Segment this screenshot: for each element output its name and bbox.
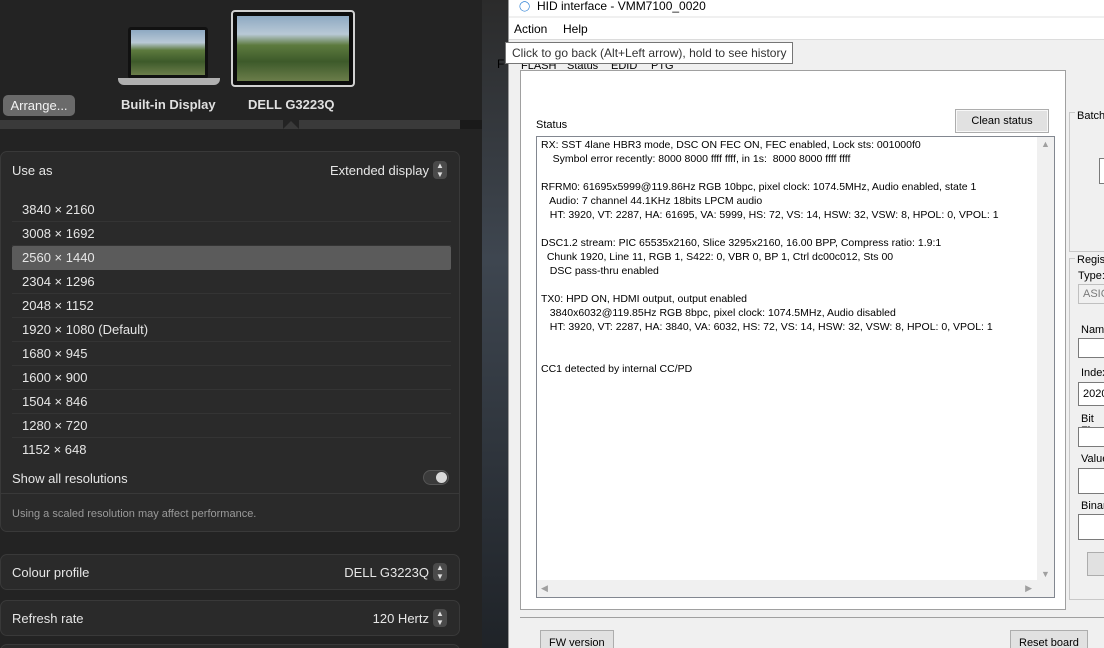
status-line (541, 278, 1036, 292)
status-line (541, 222, 1036, 236)
vertical-scrollbar[interactable]: ▲ ▼ (1037, 137, 1054, 581)
status-textbox[interactable]: RX: SST 4lane HBR3 mode, DSC ON FEC ON, … (536, 136, 1055, 598)
resolution-option[interactable]: 1680 × 945 (12, 342, 451, 366)
resolution-option[interactable]: 1280 × 720 (12, 414, 451, 438)
resolution-option[interactable]: 2304 × 1296 (12, 270, 451, 294)
status-line (541, 334, 1036, 348)
resolution-option[interactable]: 1504 × 846 (12, 390, 451, 414)
binary-input[interactable] (1078, 514, 1104, 540)
colour-profile-value[interactable]: DELL G3223Q (344, 565, 429, 580)
status-log-text: RX: SST 4lane HBR3 mode, DSC ON FEC ON, … (541, 138, 1036, 578)
scroll-right-icon[interactable]: ▶ (1025, 583, 1032, 594)
status-line: 3840x6032@119.85Hz RGB 8bpc, pixel clock… (541, 307, 896, 319)
clean-status-button[interactable]: Clean status (955, 109, 1049, 133)
status-tab-page: Status Clean status RX: SST 4lane HBR3 m… (520, 70, 1066, 610)
index-input[interactable]: 2020 (1078, 382, 1104, 406)
dell-display-label[interactable]: DELL G3223Q (248, 97, 334, 112)
menu-help[interactable]: Help (563, 22, 588, 36)
status-line: RX: SST 4lane HBR3 mode, DSC ON FEC ON, … (541, 139, 921, 151)
desktop-background (482, 0, 508, 648)
window-title: HID interface - VMM7100_0020 (537, 0, 706, 13)
menu-action[interactable]: Action (514, 22, 547, 36)
batch-label: Batch (1075, 110, 1104, 122)
resolution-option[interactable]: 3008 × 1692 (12, 222, 451, 246)
refresh-rate-value[interactable]: 120 Hertz (373, 611, 429, 626)
displays-settings-pane: Arrange... Built-in Display DELL G3223Q … (0, 0, 482, 648)
status-line: Chunk 1920, Line 11, RGB 1, S422: 0, VBR… (541, 251, 894, 263)
colour-profile-row: Colour profile DELL G3223Q ▲ ▼ (0, 554, 460, 590)
performance-note: Using a scaled resolution may affect per… (12, 508, 257, 520)
menu-bar: Action Help (509, 18, 1104, 40)
back-tooltip: Click to go back (Alt+Left arrow), hold … (505, 42, 794, 64)
show-all-resolutions-toggle[interactable] (423, 470, 449, 485)
fw-version-button[interactable]: FW version (540, 630, 614, 648)
scroll-left-icon[interactable]: ◀ (541, 583, 548, 594)
laptop-base-icon (118, 78, 220, 85)
built-in-display-label[interactable]: Built-in Display (121, 97, 216, 112)
index-label: Index (1081, 367, 1104, 379)
next-row-partial (0, 644, 460, 648)
binary-label: Binar (1081, 500, 1104, 512)
scroll-down-icon[interactable]: ▼ (1041, 569, 1050, 579)
refresh-rate-label: Refresh rate (12, 611, 84, 626)
status-line: CC1 detected by internal CC/PD (541, 363, 693, 375)
resolution-option[interactable]: 1152 × 648 (12, 438, 451, 462)
bottom-toolbar: FW version Reset board (520, 617, 1104, 648)
batch-button-partial[interactable] (1099, 158, 1104, 184)
resolution-option[interactable]: 3840 × 2160 (12, 198, 451, 222)
status-line (541, 166, 1036, 180)
arrange-button[interactable]: Arrange... (3, 95, 75, 116)
tab-fragment: F (497, 57, 505, 71)
register-button-partial[interactable] (1087, 552, 1104, 576)
show-all-resolutions-label: Show all resolutions (12, 471, 128, 486)
selected-display-caret-icon (283, 121, 299, 129)
type-label: Type: (1078, 270, 1104, 282)
toggle-knob (436, 472, 447, 483)
use-as-label: Use as (12, 163, 53, 178)
use-as-stepper-icon[interactable]: ▲ ▼ (433, 161, 447, 179)
bit-field-input[interactable] (1078, 427, 1104, 447)
resolution-panel: Use as Extended display ▲ ▼ 3840 × 2160 3… (0, 151, 460, 532)
colour-profile-label: Colour profile (12, 565, 90, 580)
resolution-option[interactable]: 2048 × 1152 (12, 294, 451, 318)
status-label: Status (536, 119, 568, 131)
refresh-rate-stepper-icon[interactable]: ▲ ▼ (433, 609, 447, 627)
divider (1, 493, 459, 494)
name-input[interactable] (1078, 338, 1104, 358)
name-label: Name (1081, 324, 1104, 336)
status-line: Symbol error recently: 8000 8000 ffff ff… (541, 153, 851, 165)
resolution-option[interactable]: 1920 × 1080 (Default) (12, 318, 451, 342)
app-icon: ◯ (519, 1, 531, 12)
register-label: Regis (1075, 254, 1104, 266)
selection-strip-right (299, 120, 461, 129)
title-bar: ◯ HID interface - VMM7100_0020 (509, 0, 1104, 16)
value-input[interactable] (1078, 468, 1104, 494)
status-line: RFRM0: 61695x5999@119.86Hz RGB 10bpc, pi… (541, 181, 977, 193)
resolution-option-selected[interactable]: 2560 × 1440 (12, 246, 451, 270)
horizontal-scrollbar[interactable]: ◀ ▶ (537, 580, 1054, 597)
status-line (541, 348, 1036, 362)
hid-interface-window: ◯ HID interface - VMM7100_0020 Action He… (497, 0, 1104, 648)
use-as-value[interactable]: Extended display (330, 163, 429, 178)
refresh-rate-row: Refresh rate 120 Hertz ▲ ▼ (0, 600, 460, 636)
reset-board-button[interactable]: Reset board (1010, 630, 1088, 648)
status-line: TX0: HPD ON, HDMI output, output enabled (541, 293, 748, 305)
value-label: Value (1081, 453, 1104, 465)
colour-profile-stepper-icon[interactable]: ▲ ▼ (433, 563, 447, 581)
scroll-gutter (460, 120, 482, 129)
dell-display-thumbnail[interactable] (231, 10, 355, 87)
resolution-option[interactable]: 1600 × 900 (12, 366, 451, 390)
resolution-list: 3840 × 2160 3008 × 1692 2560 × 1440 2304… (12, 198, 451, 462)
scroll-up-icon[interactable]: ▲ (1041, 139, 1050, 149)
clean-status-label: Clean status (971, 115, 1033, 127)
built-in-display-thumbnail[interactable] (128, 27, 208, 79)
status-line: Audio: 7 channel 44.1KHz 18bits LPCM aud… (541, 195, 763, 207)
status-line: HT: 3920, VT: 2287, HA: 3840, VA: 6032, … (541, 321, 993, 333)
type-select[interactable]: ASIC (1078, 284, 1104, 304)
selection-strip (0, 120, 283, 129)
status-line: DSC1.2 stream: PIC 65535x2160, Slice 329… (541, 237, 942, 249)
status-line: HT: 3920, VT: 2287, HA: 61695, VA: 5999,… (541, 209, 999, 221)
status-line: DSC pass-thru enabled (541, 265, 659, 277)
